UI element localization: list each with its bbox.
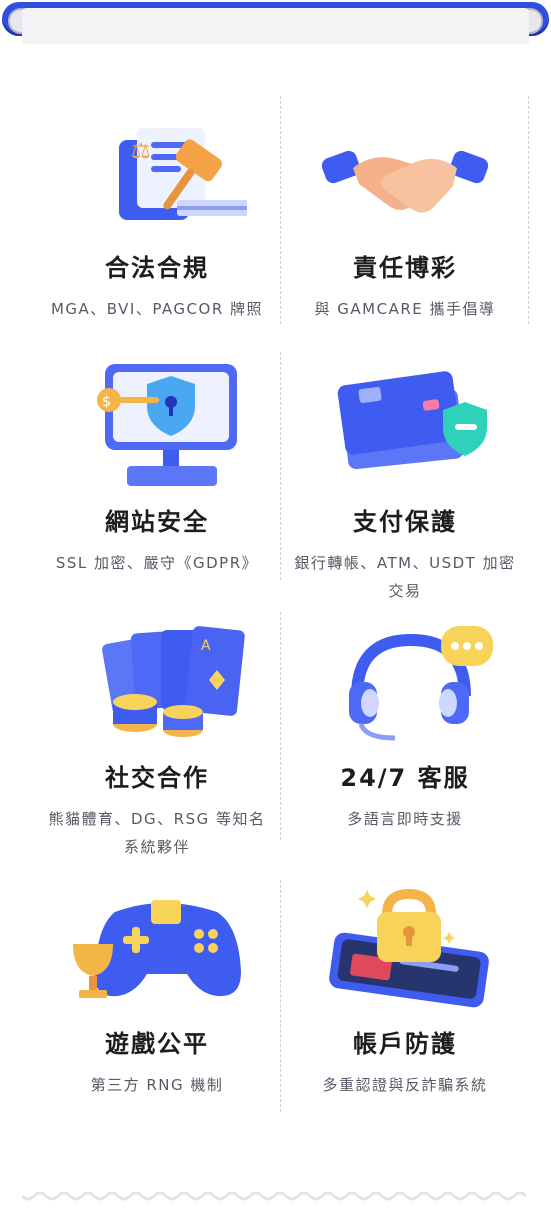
handshake-icon	[321, 150, 489, 213]
headset-chat-icon	[349, 626, 493, 741]
feature-desc: 銀行轉帳、ATM、USDT 加密交易	[294, 554, 516, 600]
feature-desc: SSL 加密、嚴守《GDPR》	[55, 554, 259, 572]
phone-padlock-icon	[329, 888, 489, 1008]
feature-title: 合法合規	[105, 254, 209, 282]
svg-text:A: A	[201, 638, 211, 654]
feature-legal: ⚖ 合法合規 MGA、BVI、PAGCOR 牌照	[32, 110, 282, 323]
feature-title: 社交合作	[105, 764, 209, 792]
feature-social: A 社交合作 熊貓體育、DG、RSG 等知名系統夥伴	[32, 620, 282, 861]
feature-desc: 多重認證與反詐騙系統	[322, 1076, 488, 1094]
svg-text:⚖: ⚖	[131, 139, 151, 164]
feature-title: 帳戶防護	[353, 1030, 457, 1058]
feature-security: $ 網站安全 SSL 加密、嚴守《GDPR》	[32, 364, 282, 577]
feature-title: 責任博彩	[353, 254, 457, 282]
scroll-sheet-bottom-edge	[22, 1192, 528, 1201]
feature-title: 24/7 客服	[340, 764, 470, 792]
feature-responsible: 責任博彩 與 GAMCARE 攜手倡導	[280, 110, 530, 323]
svg-text:$: $	[102, 394, 111, 410]
scroll-sheet-top	[22, 8, 529, 44]
feature-account: 帳戶防護 多重認證與反詐騙系統	[280, 886, 530, 1099]
feature-desc: MGA、BVI、PAGCOR 牌照	[50, 300, 264, 318]
feature-desc: 第三方 RNG 機制	[90, 1076, 224, 1094]
payment-cards-shield-icon	[337, 371, 487, 470]
legal-gavel-folder-icon: ⚖	[119, 128, 247, 220]
feature-title: 支付保護	[353, 508, 457, 536]
feature-payment: 支付保護 銀行轉帳、ATM、USDT 加密交易	[280, 364, 530, 605]
feature-desc: 多語言即時支援	[347, 810, 463, 828]
monitor-shield-key-icon: $	[97, 364, 237, 486]
feature-fairness: 遊戲公平 第三方 RNG 機制	[32, 886, 282, 1099]
feature-title: 遊戲公平	[105, 1030, 209, 1058]
feature-title: 網站安全	[105, 508, 209, 536]
feature-desc: 熊貓體育、DG、RSG 等知名系統夥伴	[48, 810, 266, 856]
playing-cards-chips-icon: A	[102, 626, 245, 737]
feature-desc: 與 GAMCARE 攜手倡導	[314, 300, 496, 318]
gamepad-trophy-icon	[73, 900, 241, 998]
feature-support: 24/7 客服 多語言即時支援	[280, 620, 530, 833]
